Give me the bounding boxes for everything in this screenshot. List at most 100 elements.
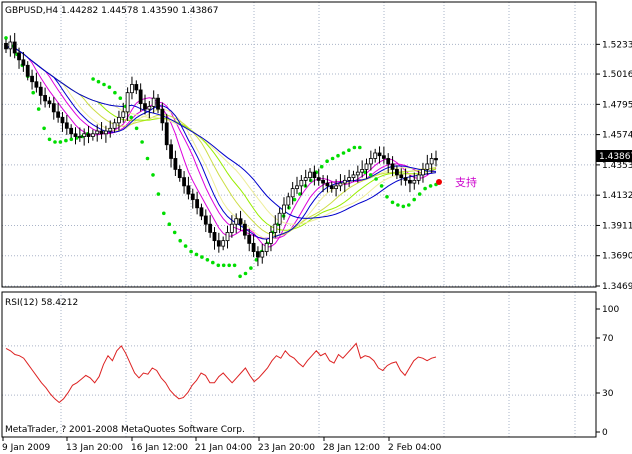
- candle-body: [342, 179, 347, 184]
- candle-body: [208, 223, 213, 233]
- candle-body: [338, 182, 343, 187]
- candle-body: [403, 177, 408, 181]
- candle-body: [221, 240, 226, 247]
- time-axis: 9 Jan 2009 13 Jan 20:00 16 Jan 12:00 21 Jan…: [2, 437, 442, 453]
- sar-dot: [107, 85, 112, 89]
- candle-body: [25, 64, 30, 77]
- candle-body: [325, 182, 330, 187]
- candle-body: [303, 177, 308, 181]
- candle-body: [38, 86, 43, 96]
- candle-body: [212, 232, 217, 242]
- sar-dot: [42, 126, 46, 131]
- candle-body: [425, 163, 430, 170]
- rsi-label: RSI(12) 58.4212: [5, 298, 78, 308]
- price-tick-label: 1.39110: [602, 221, 632, 231]
- time-tick-label: 9 Jan 2009: [2, 443, 50, 453]
- candle-body: [429, 158, 434, 165]
- sar-dot: [113, 90, 117, 95]
- sar-dot: [47, 137, 52, 142]
- candle-body: [295, 185, 299, 189]
- candle-body: [229, 223, 234, 233]
- candle-body: [95, 130, 100, 135]
- sar-dot: [428, 184, 433, 188]
- sar-dot: [221, 263, 226, 268]
- candle-body: [251, 242, 256, 253]
- time-tick-label: 13 Jan 20:00: [66, 443, 123, 453]
- candle-body: [56, 111, 61, 118]
- rsi-series: [5, 342, 437, 404]
- candle-body: [169, 144, 173, 159]
- price-tick-label: 1.34690: [602, 282, 632, 292]
- parabolic-sar-dots: [4, 36, 438, 279]
- candle-body: [69, 127, 74, 135]
- main-grid: [2, 2, 596, 287]
- time-tick-label: 2 Feb 04:00: [388, 443, 442, 453]
- candle-body: [134, 84, 139, 91]
- candle-body: [173, 158, 178, 170]
- sar-dot: [238, 274, 242, 279]
- sar-dot: [172, 230, 177, 235]
- candle-body: [416, 174, 421, 181]
- sar-dot: [232, 263, 237, 268]
- candle-body: [130, 84, 134, 94]
- sar-dot: [330, 156, 335, 161]
- time-tick-label: 28 Jan 12:00: [323, 443, 380, 453]
- candle-body: [260, 251, 265, 258]
- rsi-tick-label: 30: [602, 389, 614, 399]
- candle-body: [390, 163, 395, 170]
- sar-dot: [151, 173, 155, 177]
- sar-dot: [145, 156, 150, 161]
- candle-body: [64, 122, 69, 129]
- candle-body: [199, 207, 204, 217]
- sar-dot: [194, 252, 199, 257]
- sar-dot: [134, 126, 139, 131]
- sar-dot: [211, 260, 215, 265]
- sar-dot: [243, 271, 248, 276]
- candle-body: [316, 177, 321, 181]
- candle-body: [156, 97, 160, 110]
- candle-body: [242, 223, 247, 236]
- sar-dot: [216, 263, 221, 268]
- candle-body: [195, 199, 200, 209]
- candle-body: [21, 59, 26, 66]
- sar-dot: [205, 258, 210, 262]
- sar-dot: [200, 255, 204, 259]
- rsi-tick-label: 100: [602, 305, 619, 315]
- candle-body: [412, 179, 417, 184]
- candle-body: [299, 179, 304, 187]
- candle-body: [43, 95, 47, 102]
- sar-dot: [118, 96, 123, 100]
- sar-dot: [227, 263, 231, 268]
- candle-body: [321, 179, 325, 184]
- candle-body: [17, 52, 21, 61]
- candle-body: [77, 136, 82, 138]
- sar-dot: [396, 203, 400, 207]
- sar-dot: [390, 200, 395, 205]
- rsi-axis: 100 70 30 0: [596, 305, 619, 438]
- candle-body: [186, 185, 191, 195]
- price-tick-label: 1.47950: [602, 100, 632, 110]
- rsi-panel-border: [1, 291, 597, 438]
- copyright-footer: MetaTrader, ? 2001-2008 MetaQuotes Softw…: [5, 425, 245, 435]
- candle-body: [182, 177, 186, 187]
- candle-body: [30, 75, 34, 83]
- price-tick-label: 1.50160: [602, 70, 632, 80]
- candle-body: [386, 158, 391, 165]
- time-tick-label: 16 Jan 12:00: [131, 443, 188, 453]
- candle-body: [12, 41, 17, 54]
- candle-body: [256, 251, 260, 258]
- candle-body: [34, 81, 39, 88]
- candle-body: [151, 97, 156, 107]
- price-tick-label: 1.43530: [602, 161, 632, 171]
- candle-body: [73, 133, 78, 137]
- candle-body: [112, 122, 117, 129]
- sar-dot: [341, 151, 346, 155]
- sar-dot: [347, 148, 351, 152]
- sar-dot: [129, 115, 133, 120]
- candle-body: [364, 163, 369, 170]
- candle-body: [4, 42, 8, 50]
- candle-body: [138, 89, 143, 105]
- candle-body: [203, 215, 208, 225]
- rsi-line: [5, 342, 437, 404]
- sar-dot: [64, 138, 68, 143]
